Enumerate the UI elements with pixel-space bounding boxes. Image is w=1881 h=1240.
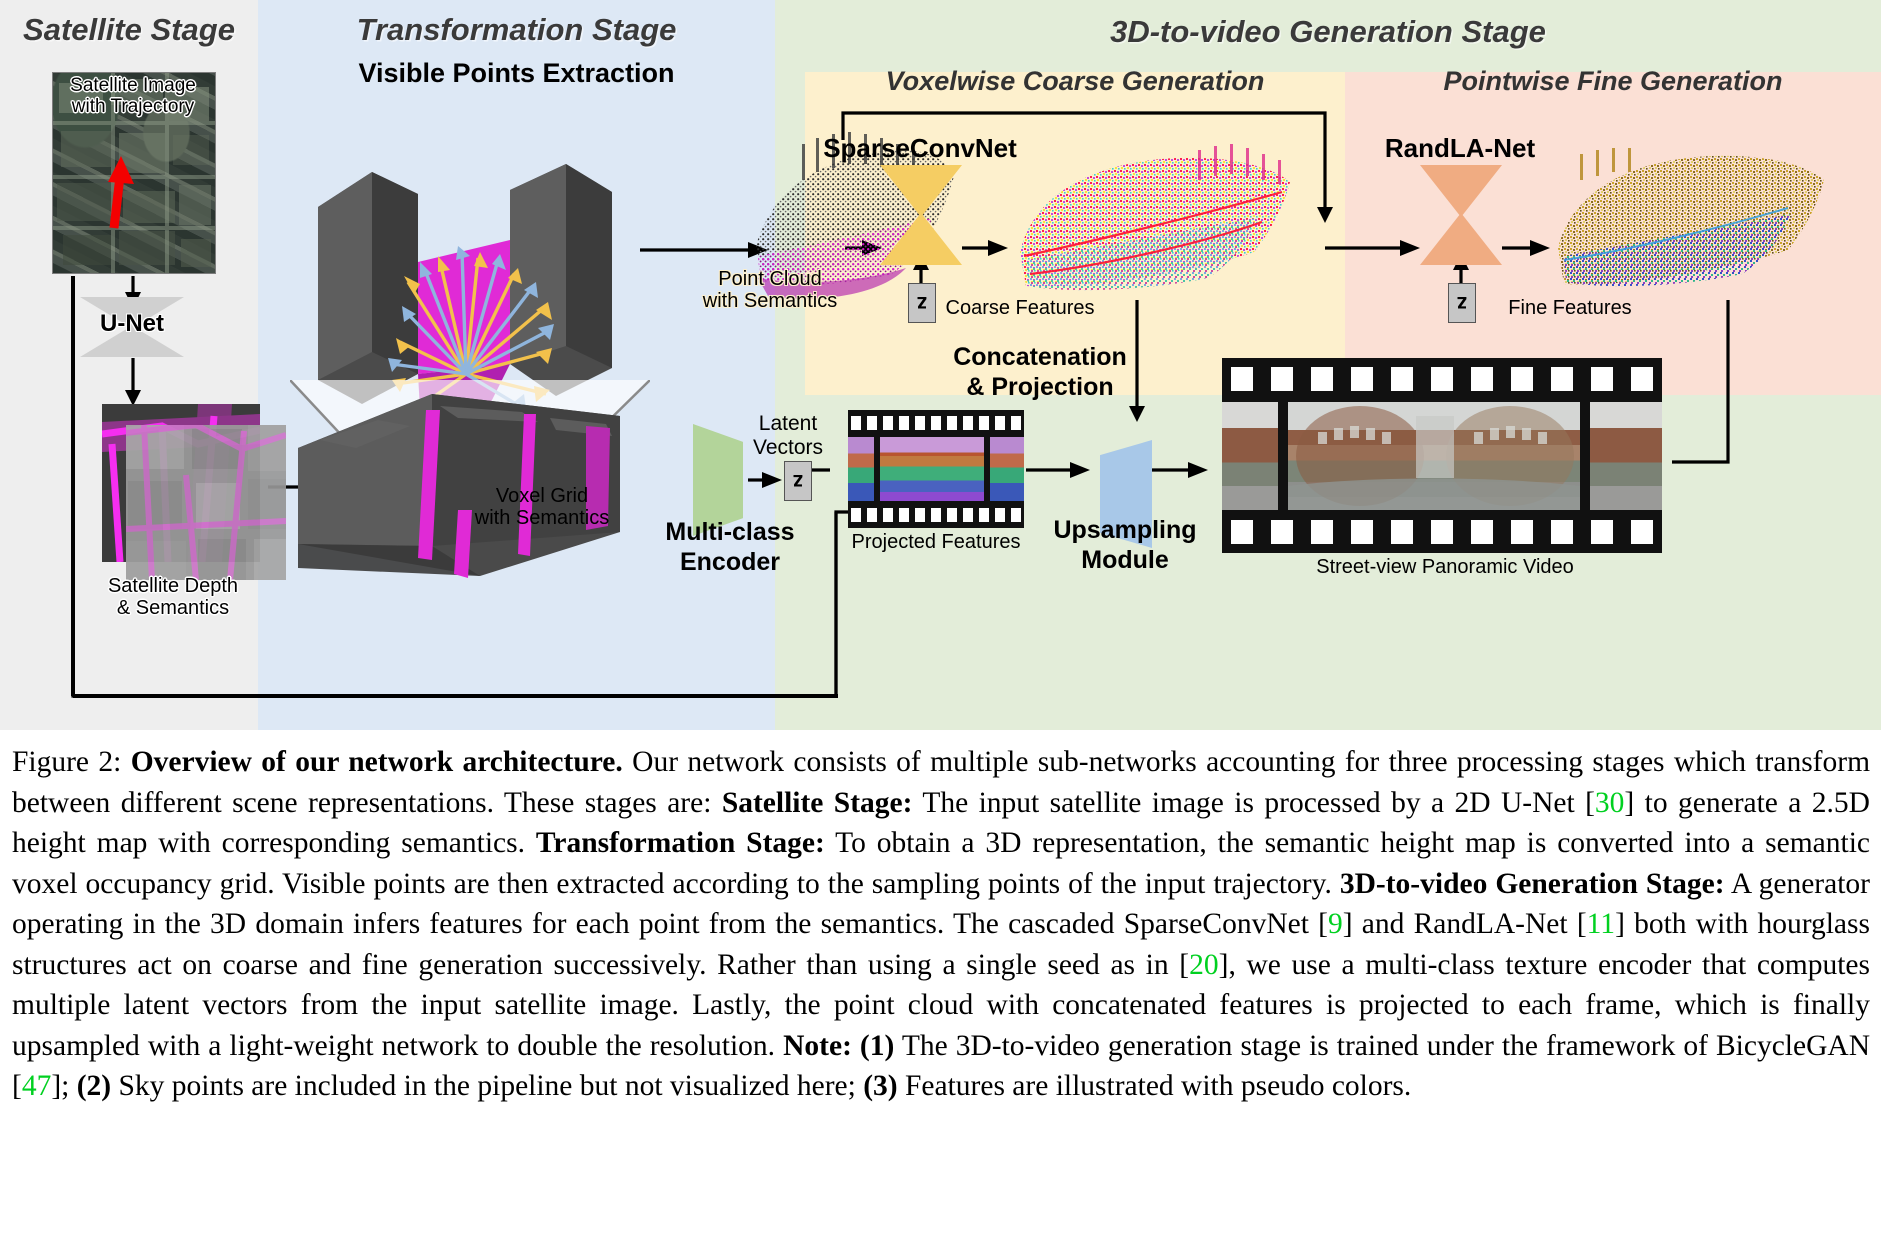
projected-features-label: Projected Features bbox=[851, 531, 1021, 553]
citation-ref: 9 bbox=[1327, 908, 1343, 940]
upsampling-module-label: Upsampling Module bbox=[1053, 516, 1197, 574]
voxel-scene-top bbox=[300, 112, 630, 412]
citation-ref: 47 bbox=[21, 1070, 52, 1102]
citation-ref: 20 bbox=[1189, 948, 1219, 981]
citation-ref: 30 bbox=[1594, 786, 1625, 819]
trajectory-arrow-icon bbox=[96, 150, 136, 230]
unet-label: U-Net bbox=[100, 310, 164, 337]
randla-net-block bbox=[1420, 165, 1502, 265]
sparseconvnet-title: SparseConvNet bbox=[823, 133, 1017, 163]
point-cloud-label: Point Cloud with Semantics bbox=[702, 268, 838, 313]
voxel-grid-with-semantics bbox=[290, 370, 640, 585]
projected-features-filmstrip bbox=[848, 410, 1024, 528]
voxel-grid-label: Voxel Grid with Semantics bbox=[474, 485, 610, 530]
visible-points-extraction-title: Visible Points Extraction bbox=[358, 58, 675, 88]
group-outline-left bbox=[71, 276, 75, 696]
fine-features-cloud bbox=[1540, 140, 1860, 305]
coarse-features-cloud bbox=[1000, 140, 1330, 305]
figure-caption: Figure 2: Overview of our network archit… bbox=[12, 746, 1871, 1102]
satellite-image-label: Satellite Image with Trajectory bbox=[70, 75, 196, 117]
group-outline-bottom bbox=[73, 694, 838, 698]
satellite-depth-label: Satellite Depth & Semantics bbox=[107, 575, 239, 619]
stage-title-transformation: Transformation Stage bbox=[356, 12, 677, 47]
fine-features-label: Fine Features bbox=[1508, 297, 1632, 319]
output-video-label: Street-view Panoramic Video bbox=[1316, 556, 1574, 578]
latent-z-fine: z bbox=[1448, 283, 1476, 323]
latent-z-encoder: z bbox=[784, 461, 812, 501]
figure-diagram: Satellite Stage Transformation Stage 3D-… bbox=[0, 0, 1881, 730]
multi-class-encoder-label: Multi-class Encoder bbox=[665, 518, 795, 576]
subtitle-voxelwise-coarse: Voxelwise Coarse Generation bbox=[885, 66, 1265, 96]
randla-net-title: RandLA-Net bbox=[1384, 133, 1536, 163]
citation-ref: 11 bbox=[1586, 908, 1616, 940]
concatenation-projection-label: Concatenation & Projection bbox=[953, 343, 1127, 401]
coarse-features-label: Coarse Features bbox=[945, 297, 1095, 319]
satellite-depth-map bbox=[126, 425, 286, 580]
subtitle-pointwise-fine: Pointwise Fine Generation bbox=[1443, 66, 1783, 96]
stage-title-generation: 3D-to-video Generation Stage bbox=[1110, 14, 1546, 49]
street-view-panoramic-video-filmstrip bbox=[1222, 358, 1662, 553]
sparseconvnet-block bbox=[880, 165, 962, 265]
figure-caption-title: Overview of our network architecture. bbox=[130, 746, 623, 778]
stage-title-satellite: Satellite Stage bbox=[23, 12, 235, 47]
figure-number: Figure 2: bbox=[12, 746, 131, 778]
